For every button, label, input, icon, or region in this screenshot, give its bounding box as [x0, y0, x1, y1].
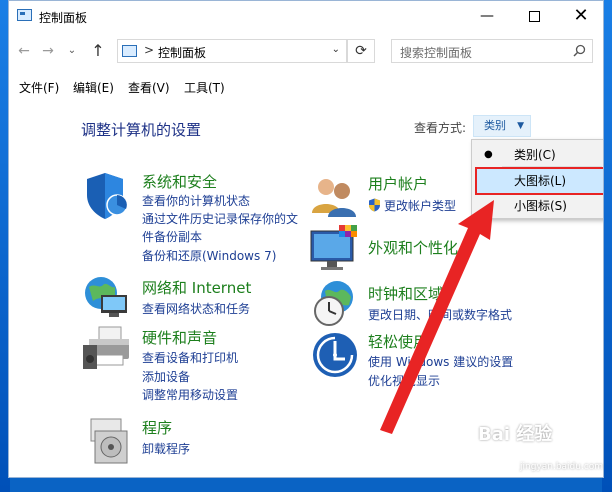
watermark-logo: Bai 经验: [478, 424, 553, 445]
watermark-url: jingyan.baidu.com: [520, 462, 604, 472]
annotation-arrow: [380, 200, 494, 434]
